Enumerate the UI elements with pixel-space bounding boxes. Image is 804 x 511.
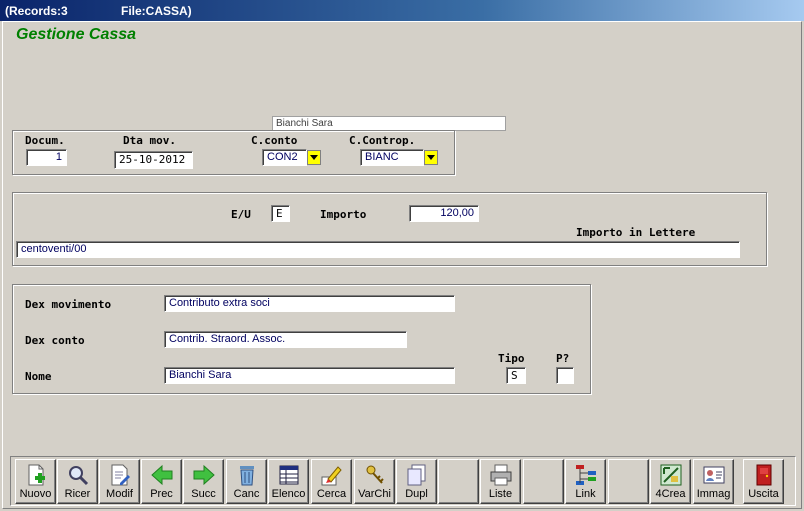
immag-button[interactable]: Immag [693,459,734,504]
id-card-icon [703,466,725,484]
importo-field[interactable]: 120,00 [409,205,479,222]
header-name-field: Bianchi Sara [272,116,506,131]
window-titlebar: (Records:3 File:CASSA) [0,0,804,21]
eu-field[interactable]: E [271,205,290,222]
succ-button[interactable]: Succ [183,459,224,504]
nuovo-button[interactable]: Nuovo [15,459,56,504]
canc-button[interactable]: Canc [226,459,267,504]
ricer-label: Ricer [64,488,91,500]
immag-label: Immag [696,488,731,500]
dex-movimento-field[interactable]: Contributo extra soci [164,295,455,312]
keys-icon [366,465,384,484]
eu-label: E/U [231,208,251,221]
tipo-field[interactable]: S [506,367,526,384]
succ-label: Succ [191,488,216,500]
ccontrop-dropdown-button[interactable] [424,150,438,165]
elenco-button[interactable]: Elenco [268,459,309,504]
ccontrop-field[interactable]: BIANC [360,149,424,166]
docum-label: Docum. [25,134,65,147]
dupl-button[interactable]: Dupl [396,459,437,504]
prec-button[interactable]: Prec [141,459,182,504]
liste-label: Liste [488,488,513,500]
exit-door-icon [756,464,772,486]
printer-icon [490,464,512,486]
importo-label: Importo [320,208,367,221]
p-field[interactable] [556,367,574,384]
dta-mov-field[interactable]: 25-10-2012 [114,151,193,169]
cconto-label: C.conto [251,134,298,147]
crea4-label: 4Crea [655,488,686,500]
varchi-label: VarChi [358,488,391,500]
prec-label: Prec [150,488,173,500]
dex-movimento-label: Dex movimento [25,298,112,311]
dta-mov-label: Dta mov. [123,134,176,147]
canc-label: Canc [233,488,260,500]
new-document-icon [28,464,45,486]
cconto-dropdown-button[interactable] [307,150,321,165]
link-label: Link [575,488,596,500]
dex-conto-label: Dex conto [25,334,85,347]
ccontrop-label: C.Controp. [349,134,416,147]
varchi-button[interactable]: VarChi [354,459,395,504]
liste-button[interactable]: Liste [480,459,521,504]
highlighter-icon [321,466,342,486]
create-design-icon [660,464,682,486]
edit-document-icon [111,464,130,486]
link-button[interactable]: Link [565,459,606,504]
nuovo-label: Nuovo [19,488,52,500]
list-table-icon [279,465,299,485]
importo-lettere-label: Importo in Lettere [576,226,696,239]
nome-field[interactable]: Bianchi Sara [164,367,455,384]
trash-icon [240,466,254,486]
cconto-field[interactable]: CON2 [262,149,307,166]
empty-toolbar-slot-2 [523,459,564,504]
arrow-right-icon [193,464,215,486]
cerca-button[interactable]: Cerca [311,459,352,504]
dupl-label: Dupl [405,488,428,500]
modif-label: Modif [106,488,133,500]
uscita-label: Uscita [748,488,779,500]
empty-toolbar-slot-1 [438,459,479,504]
ricer-button[interactable]: Ricer [57,459,98,504]
empty-toolbar-slot-3 [608,459,649,504]
p-label: P? [556,352,570,365]
importo-lettere-field[interactable]: centoventi/00 [16,241,740,258]
tipo-label: Tipo [498,352,525,365]
modif-button[interactable]: Modif [99,459,140,504]
page-title: Gestione Cassa [16,26,137,43]
nome-label: Nome [25,370,52,383]
arrow-left-icon [151,464,173,486]
crea4-button[interactable]: 4Crea [650,459,691,504]
link-tree-icon [576,465,596,485]
docum-field[interactable]: 1 [26,149,67,166]
file-name: File:CASSA) [121,4,192,18]
elenco-label: Elenco [271,488,306,500]
search-icon [69,466,89,486]
records-count: (Records:3 [5,4,68,18]
uscita-button[interactable]: Uscita [743,459,784,504]
duplicate-icon [407,464,426,486]
cerca-label: Cerca [316,488,347,500]
dex-conto-field[interactable]: Contrib. Straord. Assoc. [164,331,407,348]
